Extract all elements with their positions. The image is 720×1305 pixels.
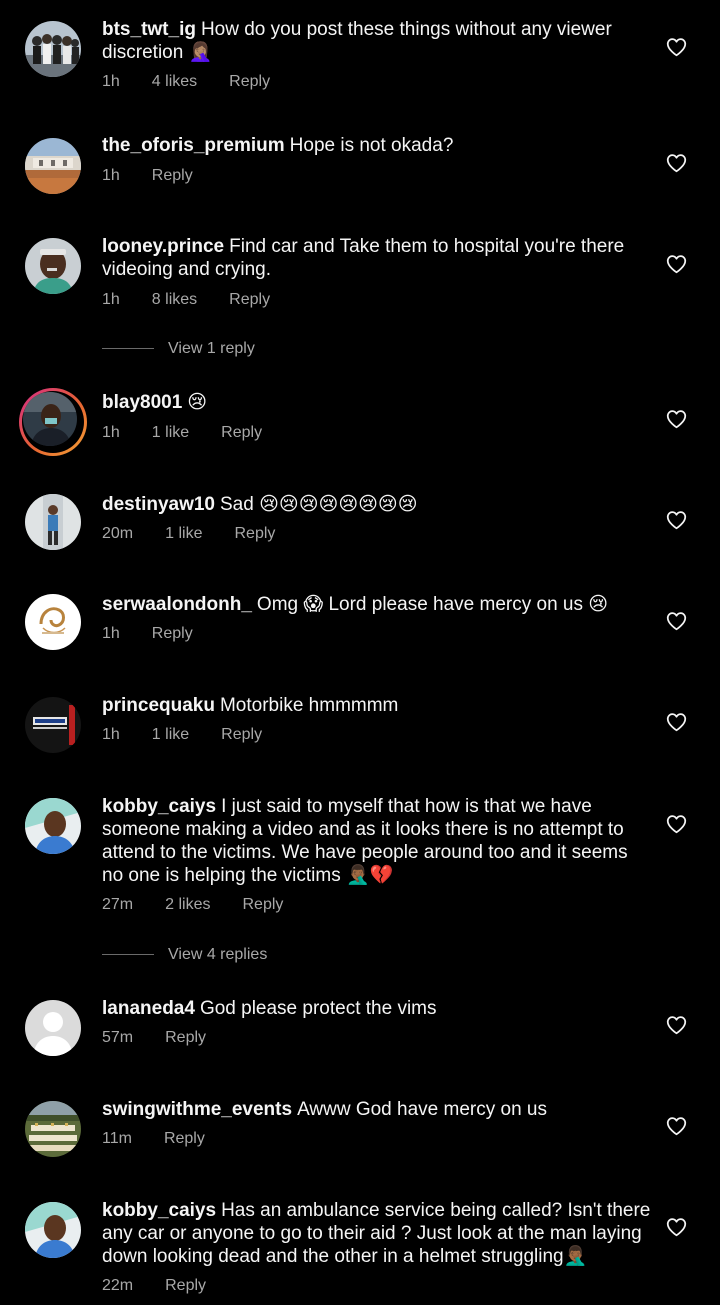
- reply-button[interactable]: Reply: [242, 896, 283, 914]
- comment-text: Sad 😢😢😢😢😢😢😢😢: [220, 494, 418, 515]
- comment-text: Motorbike hmmmmm: [219, 695, 399, 716]
- comment-username[interactable]: serwaalondonh_: [102, 594, 252, 615]
- comment-username[interactable]: destinyaw10: [102, 494, 215, 515]
- heart-outline-icon[interactable]: [666, 1015, 687, 1035]
- comment-item: lananeda4 God please protect the vims 57m…: [0, 985, 720, 1085]
- avatar[interactable]: [25, 1101, 81, 1157]
- comment-username[interactable]: swingwithme_events: [102, 1099, 292, 1120]
- avatar[interactable]: [25, 1202, 81, 1258]
- comment-time: 11m: [102, 1130, 132, 1147]
- comment-username[interactable]: princequaku: [102, 695, 215, 716]
- comment-item: looney.prince Find car and Take them to h…: [0, 210, 720, 335]
- comment-item: the_oforis_premium Hope is not okada? 1h R…: [0, 110, 720, 210]
- comment-time: 1h: [102, 73, 120, 90]
- avatar[interactable]: [25, 138, 81, 194]
- comment-time: 20m: [102, 525, 134, 542]
- comment-text: 😢: [187, 392, 208, 413]
- comment-username[interactable]: the_oforis_premium: [102, 135, 285, 156]
- comment-time: 1h: [102, 167, 120, 184]
- reply-button[interactable]: Reply: [152, 167, 193, 185]
- comment-item: kobby_caiys I just said to myself that ho…: [0, 780, 720, 940]
- comment-likes[interactable]: 8 likes: [152, 291, 197, 309]
- avatar[interactable]: [25, 798, 81, 854]
- avatar[interactable]: [25, 494, 81, 550]
- reply-button[interactable]: Reply: [165, 1029, 206, 1047]
- comment-item: bts_twt_ig How do you post these things w…: [0, 0, 720, 110]
- comment-username[interactable]: kobby_caiys: [102, 1200, 216, 1221]
- comment-likes[interactable]: 1 like: [152, 726, 189, 744]
- comment-time: 1h: [102, 291, 120, 308]
- comment-item: blay8001 😢 1h 1 like Reply: [0, 380, 720, 480]
- reply-button[interactable]: Reply: [234, 525, 275, 543]
- comment-item: destinyaw10 Sad 😢😢😢😢😢😢😢😢 20m 1 like Reply: [0, 480, 720, 580]
- avatar[interactable]: [25, 594, 81, 650]
- heart-outline-icon[interactable]: [666, 611, 687, 631]
- avatar[interactable]: [25, 1000, 81, 1056]
- reply-button[interactable]: Reply: [164, 1130, 205, 1148]
- heart-outline-icon[interactable]: [666, 814, 687, 834]
- avatar[interactable]: [25, 238, 81, 294]
- comment-item: serwaalondonh_ Omg 😱 Lord please have mer…: [0, 580, 720, 680]
- heart-outline-icon[interactable]: [666, 37, 687, 57]
- comment-time: 22m: [102, 1277, 134, 1294]
- view-replies-button[interactable]: View 1 reply: [102, 340, 255, 360]
- comment-likes[interactable]: 2 likes: [165, 896, 210, 914]
- heart-outline-icon[interactable]: [666, 409, 687, 429]
- comment-text: Omg 😱 Lord please have mercy on us 😢: [256, 594, 609, 615]
- comment-text: Awww God have mercy on us: [297, 1099, 547, 1120]
- comment-time: 1h: [102, 726, 120, 743]
- comment-likes[interactable]: 1 like: [165, 525, 202, 543]
- reply-button[interactable]: Reply: [221, 424, 262, 442]
- heart-outline-icon[interactable]: [666, 510, 687, 530]
- heart-outline-icon[interactable]: [666, 153, 687, 173]
- view-replies-button[interactable]: View 4 replies: [102, 946, 267, 966]
- comment-text: Hope is not okada?: [289, 135, 454, 156]
- reply-button[interactable]: Reply: [221, 726, 262, 744]
- reply-button[interactable]: Reply: [229, 291, 270, 309]
- comment-time: 27m: [102, 896, 134, 913]
- reply-button[interactable]: Reply: [229, 73, 270, 91]
- heart-outline-icon[interactable]: [666, 712, 687, 732]
- comment-item: princequaku Motorbike hmmmmm 1h 1 like Repl…: [0, 680, 720, 780]
- comment-item: swingwithme_events Awww God have mercy on…: [0, 1085, 720, 1185]
- comment-likes[interactable]: 4 likes: [152, 73, 197, 91]
- heart-outline-icon[interactable]: [666, 254, 687, 274]
- avatar[interactable]: [19, 388, 87, 456]
- avatar[interactable]: [25, 21, 81, 77]
- avatar[interactable]: [25, 697, 81, 753]
- comment-item: kobby_caiys Has an ambulance service bein…: [0, 1185, 720, 1305]
- comment-username[interactable]: blay8001: [102, 392, 182, 413]
- divider: [102, 954, 154, 956]
- comment-time: 1h: [102, 625, 120, 642]
- comment-username[interactable]: kobby_caiys: [102, 796, 216, 817]
- comment-likes[interactable]: 1 like: [152, 424, 189, 442]
- reply-button[interactable]: Reply: [165, 1277, 206, 1295]
- comment-text: God please protect the vims: [199, 998, 437, 1019]
- comment-username[interactable]: lananeda4: [102, 998, 195, 1019]
- comment-username[interactable]: bts_twt_ig: [102, 19, 196, 40]
- reply-button[interactable]: Reply: [152, 625, 193, 643]
- divider: [102, 348, 154, 350]
- heart-outline-icon[interactable]: [666, 1217, 687, 1237]
- comment-username[interactable]: looney.prince: [102, 236, 224, 257]
- heart-outline-icon[interactable]: [666, 1116, 687, 1136]
- comment-time: 1h: [102, 424, 120, 441]
- comment-time: 57m: [102, 1029, 134, 1046]
